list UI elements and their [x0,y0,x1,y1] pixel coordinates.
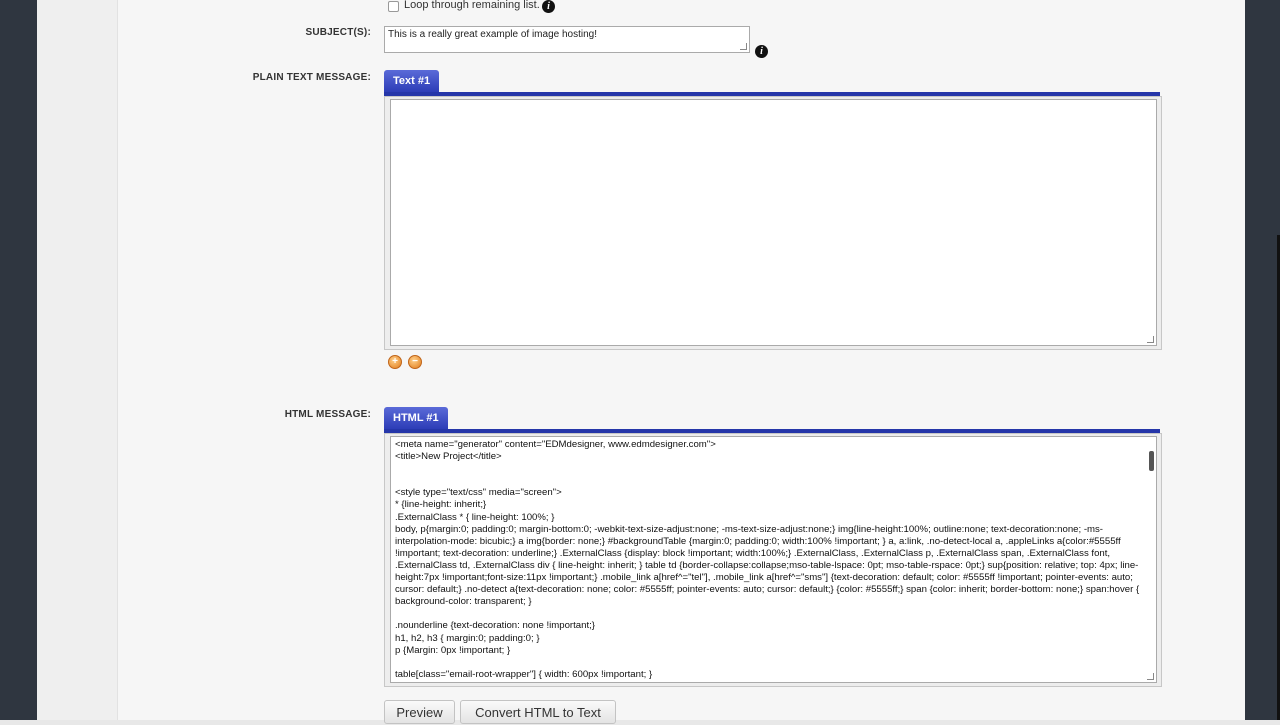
info-icon[interactable]: i [542,0,555,13]
resize-handle[interactable] [740,43,747,50]
resize-handle[interactable] [1147,673,1154,680]
tab-text-1[interactable]: Text #1 [384,70,440,92]
textarea-scrollbar[interactable] [1149,451,1154,471]
subject-value: This is a really great example of image … [388,29,597,40]
html-code: <meta name="generator" content="EDMdesig… [395,439,1140,680]
subject-label: SUBJECT(S): [305,27,371,38]
plain-text-label: PLAIN TEXT MESSAGE: [252,72,371,83]
html-message-textarea[interactable]: <meta name="generator" content="EDMdesig… [390,436,1157,683]
html-message-label: HTML MESSAGE: [284,409,371,420]
resize-handle[interactable] [1147,336,1154,343]
info-icon[interactable]: i [755,45,768,58]
add-icon[interactable]: + [388,355,402,369]
left-sidebar [0,0,37,720]
convert-html-to-text-button[interactable]: Convert HTML to Text [460,700,616,724]
html-message-frame: <meta name="generator" content="EDMdesig… [384,433,1162,687]
plain-text-textarea[interactable] [390,99,1157,346]
plain-text-frame [384,96,1162,350]
loop-checkbox[interactable] [388,1,399,12]
loop-label: Loop through remaining list. [404,0,540,11]
remove-icon[interactable]: − [408,355,422,369]
right-sidebar [1245,0,1280,720]
preview-button[interactable]: Preview [384,700,455,724]
tab-html-1[interactable]: HTML #1 [384,407,448,429]
subject-input[interactable]: This is a really great example of image … [384,26,750,53]
